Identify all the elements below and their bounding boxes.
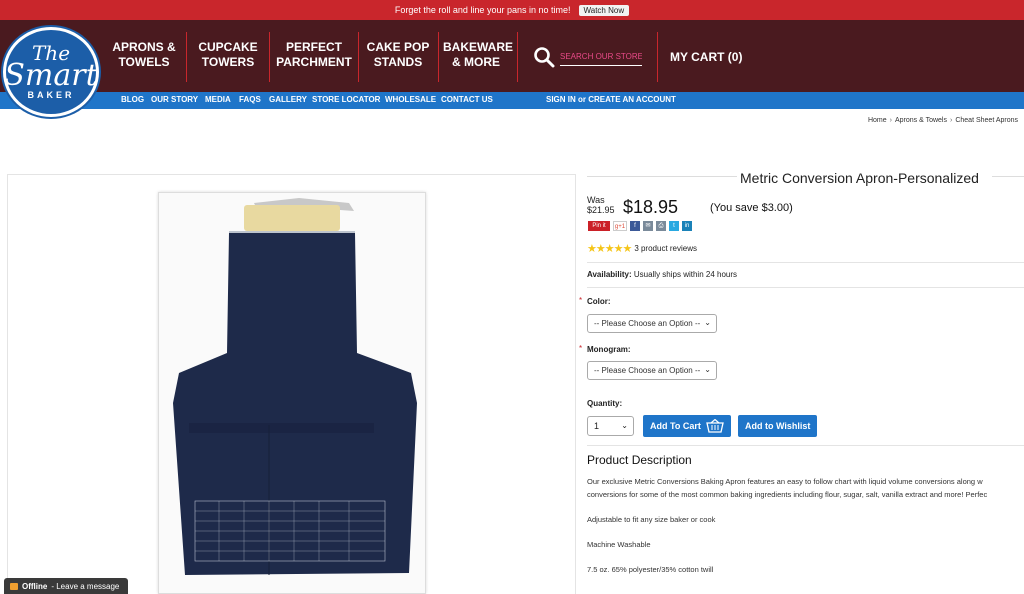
divider xyxy=(587,287,1024,288)
monogram-select[interactable]: -- Please Choose an Option -- ⌄ xyxy=(587,361,717,380)
subnav-gallery[interactable]: GALLERY xyxy=(269,95,307,104)
email-icon[interactable]: ✉ xyxy=(643,221,653,231)
nav-bakeware-more[interactable]: BAKEWARE & MORE xyxy=(443,40,513,70)
watch-now-button[interactable]: Watch Now xyxy=(578,4,630,16)
product-rating[interactable]: ★★★★★ 3 product reviews xyxy=(587,242,697,255)
print-icon[interactable]: ⎙ xyxy=(656,221,666,231)
divider xyxy=(587,262,1024,263)
facebook-icon[interactable]: f xyxy=(630,221,640,231)
product-title: Metric Conversion Apron-Personalized xyxy=(740,170,979,186)
cart-link[interactable]: MY CART (0) xyxy=(670,50,742,64)
nav-divider xyxy=(358,32,359,82)
nav-perfect-parchment[interactable]: PERFECT PARCHMENT xyxy=(276,40,352,70)
subnav-blog[interactable]: BLOG xyxy=(121,95,144,104)
search-input[interactable] xyxy=(560,48,642,66)
site-logo[interactable]: The Smart BAKER xyxy=(3,27,99,117)
basket-icon xyxy=(706,419,724,433)
availability-label: Availability: xyxy=(587,270,632,279)
monogram-label: Monogram: xyxy=(587,345,631,354)
breadcrumb-separator: › xyxy=(950,117,953,124)
nav-divider xyxy=(186,32,187,82)
breadcrumb-separator: › xyxy=(889,117,892,124)
required-marker: * xyxy=(579,296,583,305)
breadcrumb-current[interactable]: Cheat Sheet Aprons xyxy=(955,117,1018,124)
subnav-contact-us[interactable]: CONTACT US xyxy=(441,95,493,104)
logo-text-baker: BAKER xyxy=(27,90,75,100)
description-line: Machine Washable xyxy=(587,540,651,549)
breadcrumb: Home › Aprons & Towels › Cheat Sheet Aprons xyxy=(868,117,1018,124)
quantity-label: Quantity: xyxy=(587,399,623,408)
monogram-select-value: -- Please Choose an Option -- xyxy=(594,366,701,375)
sub-nav: BLOG OUR STORY MEDIA FAQS GALLERY STORE … xyxy=(0,92,1024,109)
apron-image xyxy=(173,198,417,575)
availability: Availability: Usually ships within 24 ho… xyxy=(587,270,737,279)
chevron-down-icon: ⌄ xyxy=(621,421,628,430)
add-to-wishlist-button[interactable]: Add to Wishlist xyxy=(738,415,818,437)
divider xyxy=(587,445,1024,446)
promo-text: Forget the roll and line your pans in no… xyxy=(394,5,571,15)
product-photo[interactable] xyxy=(158,192,426,594)
current-price: $18.95 xyxy=(623,197,679,217)
was-label: Was xyxy=(587,195,605,205)
search-icon[interactable] xyxy=(533,46,555,68)
subnav-media[interactable]: MEDIA xyxy=(205,95,231,104)
nav-divider xyxy=(269,32,270,82)
google-plus-icon[interactable]: g+1 xyxy=(613,221,627,231)
twitter-icon[interactable]: t xyxy=(669,221,679,231)
linkedin-icon[interactable]: in xyxy=(682,221,692,231)
title-rule xyxy=(992,176,1024,177)
nav-divider xyxy=(438,32,439,82)
required-marker: * xyxy=(579,344,583,353)
color-select-value: -- Please Choose an Option -- xyxy=(594,319,701,328)
logo-text-smart: Smart xyxy=(4,58,98,93)
savings-text: (You save $3.00) xyxy=(710,202,793,214)
breadcrumb-home[interactable]: Home xyxy=(868,117,887,124)
chevron-down-icon: ⌄ xyxy=(704,365,711,374)
quantity-value: 1 xyxy=(594,421,600,431)
subnav-wholesale[interactable]: WHOLESALE xyxy=(385,95,436,104)
sign-in-link[interactable]: SIGN IN or CREATE AN ACCOUNT xyxy=(546,95,676,104)
chat-widget[interactable]: Offline - Leave a message xyxy=(4,578,128,594)
star-rating-icon: ★★★★★ xyxy=(587,243,632,255)
title-rule xyxy=(587,176,737,177)
description-line: 7.5 oz. 65% polyester/35% cotton twill xyxy=(587,565,714,574)
breadcrumb-aprons-towels[interactable]: Aprons & Towels xyxy=(895,117,947,124)
chat-icon xyxy=(10,582,18,590)
product-description-title: Product Description xyxy=(587,453,692,467)
chevron-down-icon: ⌄ xyxy=(704,318,711,327)
subnav-store-locator[interactable]: STORE LOCATOR xyxy=(312,95,380,104)
add-to-cart-button[interactable]: Add To Cart xyxy=(643,415,731,437)
nav-aprons-towels[interactable]: APRONS & TOWELS xyxy=(112,40,176,70)
pinterest-icon[interactable]: Pin it xyxy=(588,221,610,231)
was-amount: $21.95 xyxy=(587,205,615,215)
nav-cake-pop-stands[interactable]: CAKE POP STANDS xyxy=(366,40,430,70)
subnav-our-story[interactable]: OUR STORY xyxy=(151,95,198,104)
social-share-bar: Pin it g+1 f ✉ ⎙ t in xyxy=(588,221,692,231)
availability-value: Usually ships within 24 hours xyxy=(633,270,738,279)
color-select[interactable]: -- Please Choose an Option -- ⌄ xyxy=(587,314,717,333)
site-header: APRONS & TOWELS CUPCAKE TOWERS PERFECT P… xyxy=(0,20,1024,92)
subnav-faqs[interactable]: FAQS xyxy=(239,95,261,104)
color-label: Color: xyxy=(587,297,611,306)
was-price: Was $21.95 xyxy=(587,195,615,215)
add-to-cart-label: Add To Cart xyxy=(650,421,701,431)
nav-divider xyxy=(517,32,518,82)
review-count-link[interactable]: 3 product reviews xyxy=(634,244,697,253)
nav-divider xyxy=(657,32,658,82)
quantity-select[interactable]: 1 ⌄ xyxy=(587,416,634,436)
description-line: Our exclusive Metric Conversions Baking … xyxy=(587,477,983,486)
description-line: Adjustable to fit any size baker or cook xyxy=(587,515,716,524)
promo-bar: Forget the roll and line your pans in no… xyxy=(0,0,1024,20)
chat-text: - Leave a message xyxy=(51,581,120,591)
chat-status: Offline xyxy=(22,581,48,591)
nav-cupcake-towers[interactable]: CUPCAKE TOWERS xyxy=(196,40,260,70)
description-line: conversions for some of the most common … xyxy=(587,490,988,499)
